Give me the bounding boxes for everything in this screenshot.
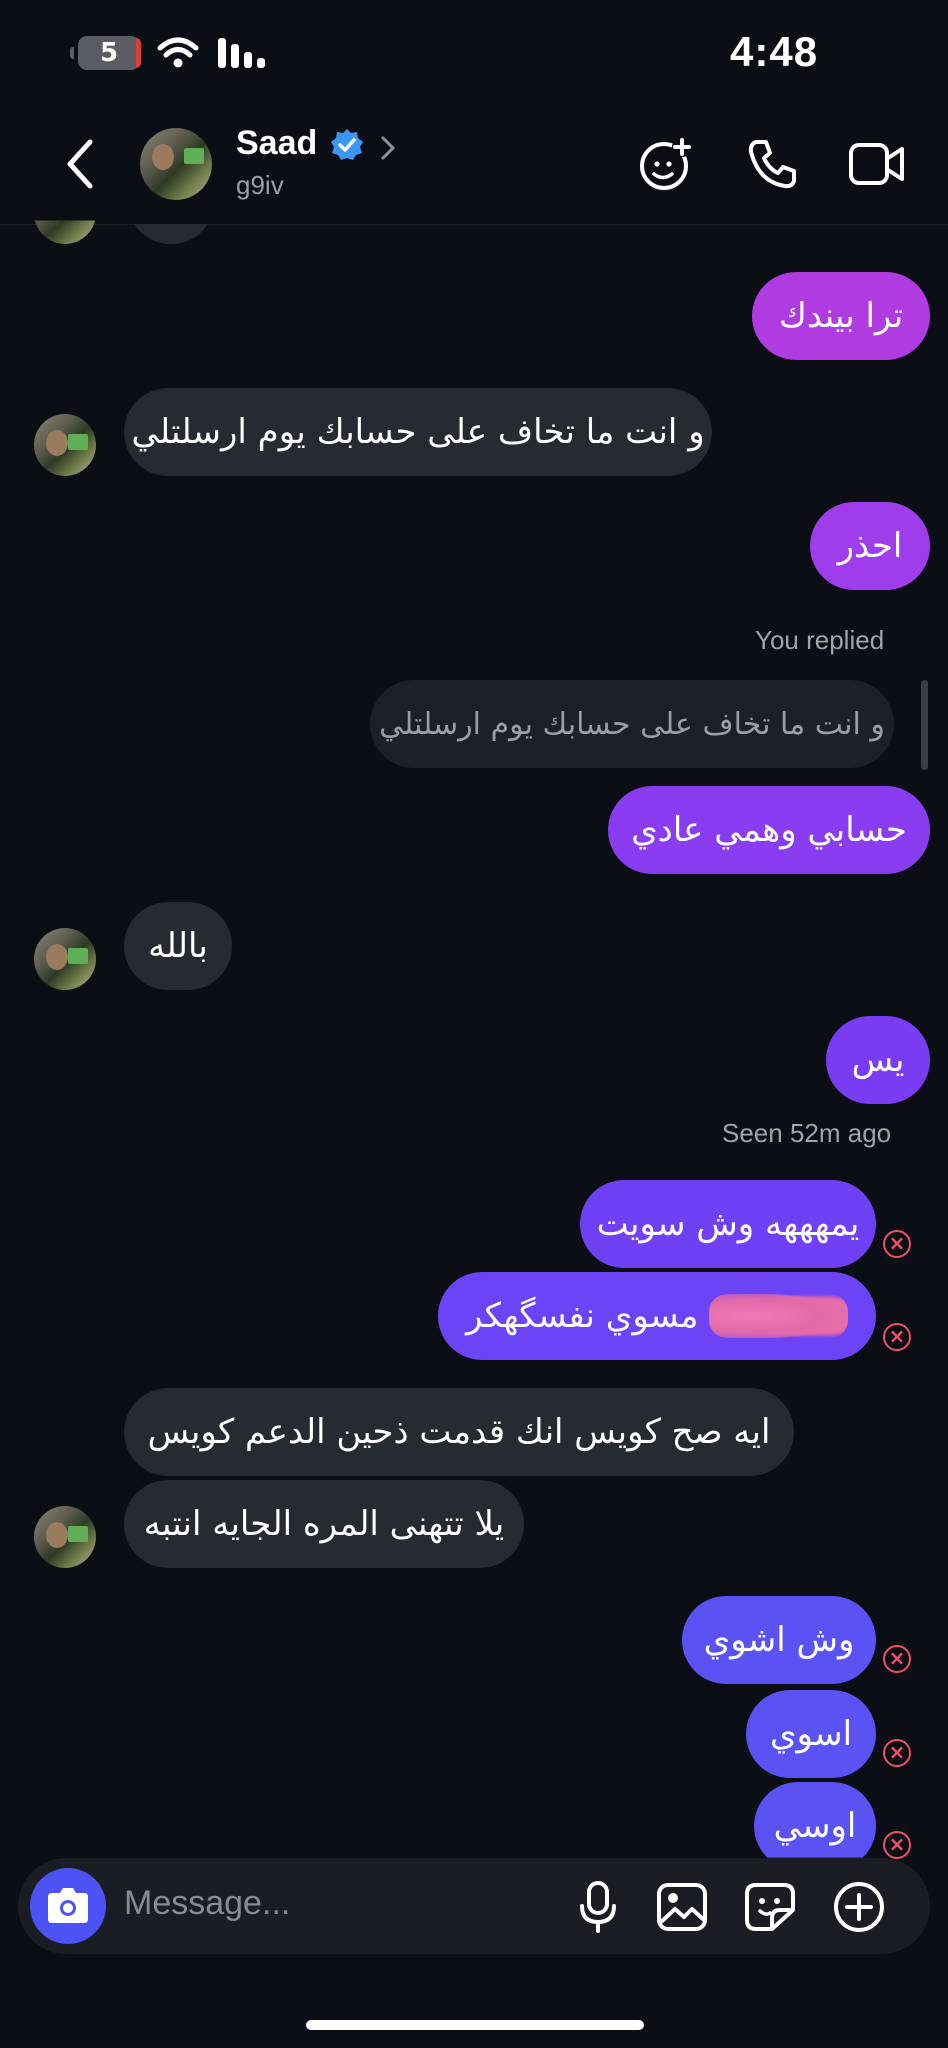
camera-icon: [48, 1888, 88, 1923]
contact-avatar[interactable]: [140, 128, 212, 200]
chevron-right-icon[interactable]: [378, 134, 398, 162]
scrollbar[interactable]: [921, 680, 928, 770]
sender-avatar[interactable]: [34, 1506, 96, 1568]
battery-indicator: 5: [70, 36, 141, 70]
message-outgoing-failed[interactable]: وش اشوي: [682, 1596, 876, 1684]
status-time: 4:48: [730, 28, 819, 75]
effects-sticker-icon[interactable]: [636, 134, 696, 194]
message-outgoing-failed[interactable]: اوسي: [754, 1782, 876, 1858]
contact-username: g9iv: [236, 170, 284, 200]
reply-label: You replied: [755, 625, 885, 655]
sender-avatar[interactable]: [34, 414, 96, 476]
message-outgoing[interactable]: ترا بيندك: [752, 272, 930, 360]
add-icon[interactable]: [832, 1880, 886, 1934]
replied-message-quote[interactable]: و انت ما تخاف على حسابك يوم ارسلتلي: [370, 680, 894, 768]
phone-call-icon[interactable]: [744, 136, 800, 192]
signal-icon: [218, 38, 265, 68]
redaction-scribble: [708, 1294, 848, 1338]
message-outgoing[interactable]: حسابي وهمي عادي: [608, 786, 930, 874]
message-outgoing-failed[interactable]: مسوي نفسگهكر: [438, 1272, 876, 1360]
home-indicator[interactable]: [306, 2020, 644, 2030]
gallery-icon[interactable]: [656, 1882, 708, 1932]
back-arrow-icon[interactable]: [60, 136, 100, 192]
battery-level: 5: [99, 38, 119, 68]
wifi-icon: [157, 37, 199, 68]
message-text: مسوي نفسگهكر: [466, 1296, 699, 1336]
message-outgoing[interactable]: يس: [826, 1016, 930, 1104]
video-call-icon[interactable]: [848, 140, 906, 188]
camera-button[interactable]: [30, 1868, 106, 1944]
message-outgoing-failed[interactable]: اسوي: [746, 1690, 876, 1778]
message-incoming[interactable]: ايه صح كويس انك قدمت ذحين الدعم كويس: [124, 1388, 794, 1476]
failed-send-icon[interactable]: ×: [883, 1739, 911, 1767]
seen-status: Seen 52m ago: [722, 1118, 892, 1148]
sticker-icon[interactable]: [744, 1882, 796, 1932]
failed-send-icon[interactable]: ×: [883, 1645, 911, 1673]
failed-send-icon[interactable]: ×: [883, 1230, 911, 1258]
message-incoming[interactable]: و انت ما تخاف على حسابك يوم ارسلتلي: [124, 388, 712, 476]
message-input[interactable]: Message...: [124, 1884, 290, 1923]
message-outgoing[interactable]: احذر: [810, 502, 930, 590]
microphone-icon[interactable]: [578, 1880, 618, 1934]
verified-badge-icon: [331, 129, 363, 160]
message-incoming[interactable]: يلا تتهنى المره الجايه انتبه: [124, 1480, 524, 1568]
message-outgoing-failed[interactable]: يمهههه وش سويت: [580, 1180, 876, 1268]
failed-send-icon[interactable]: ×: [883, 1323, 911, 1351]
sender-avatar[interactable]: [34, 928, 96, 990]
contact-name[interactable]: Saad: [236, 124, 317, 163]
message-incoming[interactable]: بالله: [124, 902, 232, 990]
failed-send-icon[interactable]: ×: [883, 1831, 911, 1859]
